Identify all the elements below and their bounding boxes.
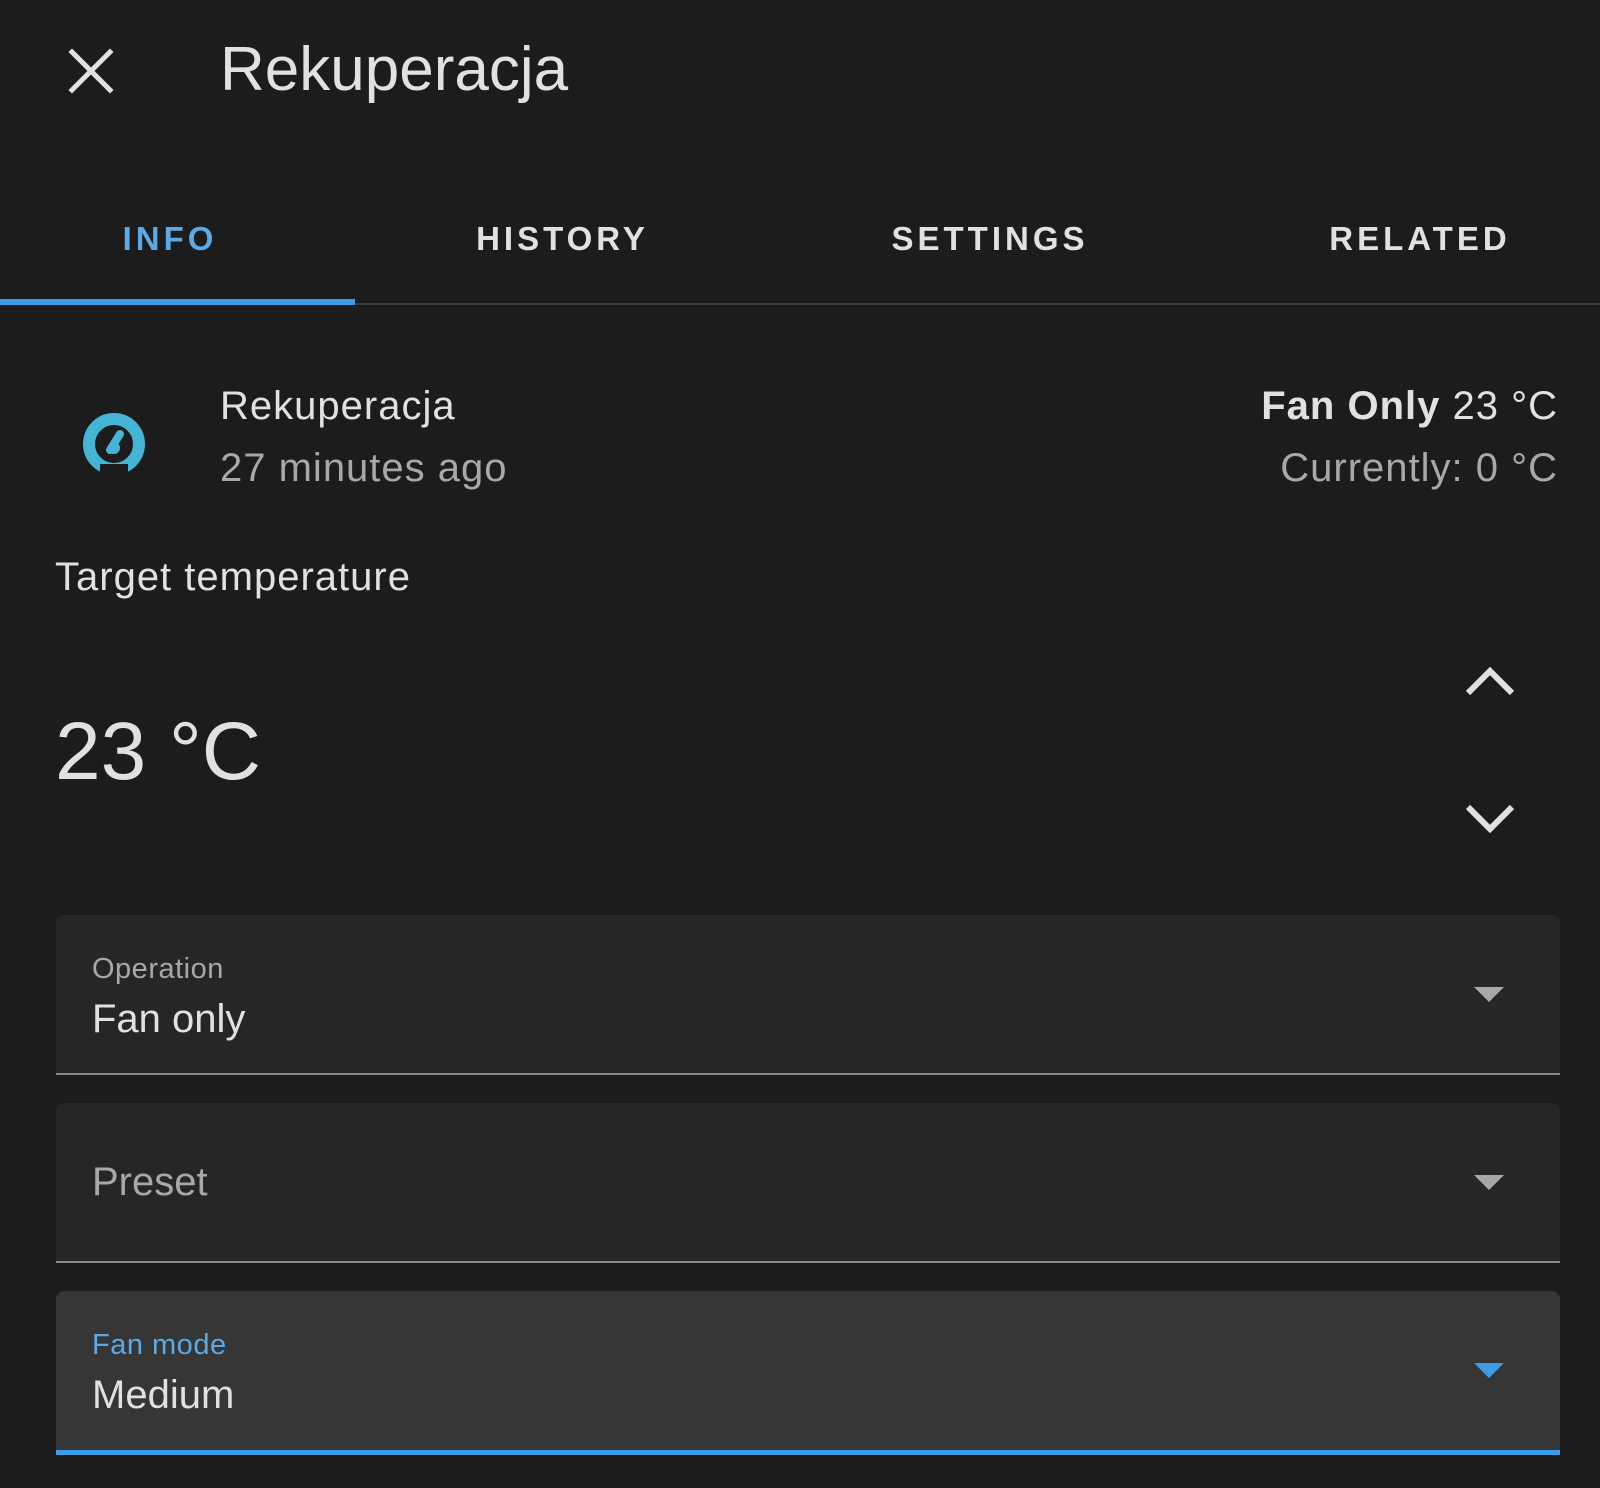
fan-mode-select[interactable]: Fan mode Medium bbox=[56, 1291, 1560, 1455]
close-button[interactable] bbox=[60, 40, 122, 102]
fan-mode-label: Fan mode bbox=[92, 1329, 227, 1361]
increase-temperature-button[interactable] bbox=[1455, 645, 1525, 715]
operation-select[interactable]: Operation Fan only bbox=[56, 915, 1560, 1075]
tab-history[interactable]: HISTORY bbox=[420, 175, 705, 303]
tab-info[interactable]: INFO bbox=[0, 175, 340, 303]
operation-value: Fan only bbox=[92, 997, 246, 1041]
dialog-header: Rekuperacja bbox=[0, 0, 1600, 150]
state-mode: Fan Only bbox=[1261, 384, 1441, 428]
operation-label: Operation bbox=[92, 953, 224, 985]
dropdown-arrow-icon bbox=[1474, 1363, 1504, 1378]
entity-name: Rekuperacja bbox=[220, 384, 456, 428]
tab-bar: INFO HISTORY SETTINGS RELATED bbox=[0, 175, 1600, 305]
close-icon bbox=[68, 48, 114, 94]
last-changed: 27 minutes ago bbox=[220, 446, 508, 490]
dialog-title: Rekuperacja bbox=[220, 35, 569, 104]
active-tab-indicator bbox=[0, 299, 355, 305]
entity-state: Fan Only 23 °C bbox=[1261, 384, 1558, 429]
chevron-down-icon bbox=[1465, 804, 1515, 834]
tab-related[interactable]: RELATED bbox=[1270, 175, 1570, 303]
decrease-temperature-button[interactable] bbox=[1455, 785, 1525, 855]
fan-mode-value: Medium bbox=[92, 1373, 235, 1417]
thermostat-dial-icon bbox=[80, 410, 148, 478]
preset-select[interactable]: Preset bbox=[56, 1103, 1560, 1263]
current-temperature: Currently: 0 °C bbox=[1280, 446, 1558, 490]
target-temperature-value: 23 °C bbox=[55, 706, 262, 797]
tab-settings[interactable]: SETTINGS bbox=[840, 175, 1140, 303]
dropdown-arrow-icon bbox=[1474, 987, 1504, 1002]
preset-label: Preset bbox=[92, 1160, 208, 1204]
dropdown-arrow-icon bbox=[1474, 1175, 1504, 1190]
target-temperature-label: Target temperature bbox=[55, 555, 411, 599]
state-target: 23 °C bbox=[1452, 384, 1558, 428]
entity-header-row: Rekuperacja 27 minutes ago Fan Only 23 °… bbox=[0, 370, 1600, 500]
chevron-up-icon bbox=[1465, 666, 1515, 696]
